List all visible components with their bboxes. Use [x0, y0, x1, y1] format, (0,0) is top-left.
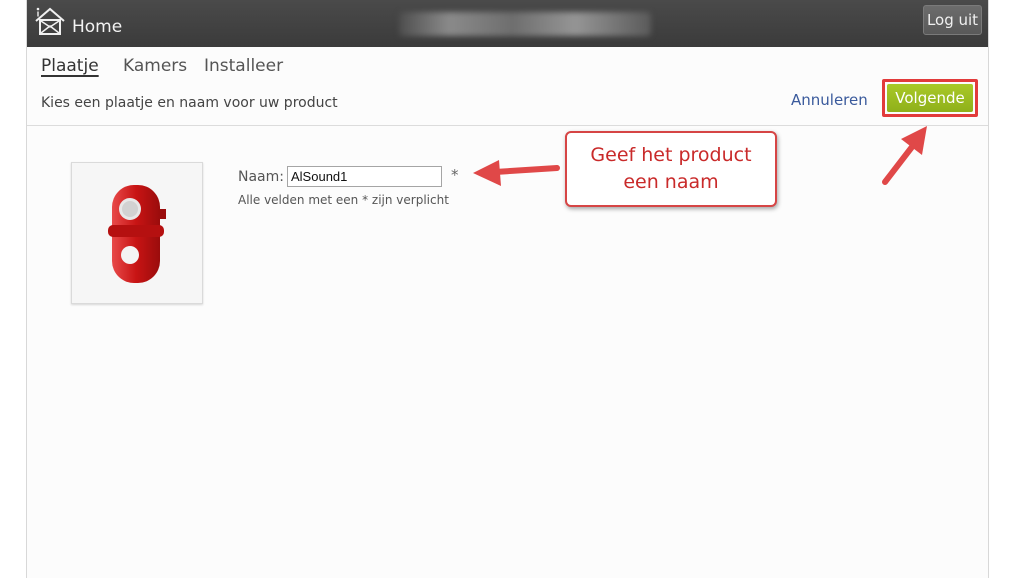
siren-product-image — [108, 185, 166, 283]
home-logo-icon[interactable] — [33, 5, 67, 37]
tab-plaatje[interactable]: Plaatje — [41, 56, 99, 76]
product-name-input[interactable] — [287, 166, 442, 187]
annotation-line-2: een naam — [623, 171, 719, 193]
annotation-callout: Geef het product een naam — [565, 131, 777, 207]
required-fields-note: Alle velden met een * zijn verplicht — [238, 193, 449, 207]
tab-kamers[interactable]: Kamers — [123, 56, 187, 76]
app-title: Home — [72, 17, 123, 37]
blurred-account-info — [399, 12, 651, 36]
name-label: Naam: — [238, 169, 284, 185]
top-bar: Home Log uit — [27, 0, 988, 47]
logout-button[interactable]: Log uit — [923, 5, 982, 35]
annotation-line-1: Geef het product — [590, 144, 752, 166]
app-frame: Home Log uit Plaatje Kamers Installeer K… — [26, 0, 989, 578]
wizard-subtitle: Kies een plaatje en naam voor uw product — [41, 95, 338, 111]
required-marker: * — [451, 166, 459, 184]
arrow-to-input-icon — [473, 160, 560, 186]
header-divider — [27, 125, 988, 126]
next-button[interactable]: Volgende — [887, 84, 973, 112]
arrow-to-next-button-icon — [882, 126, 927, 185]
tab-installeer[interactable]: Installeer — [204, 56, 283, 76]
cancel-link[interactable]: Annuleren — [791, 91, 868, 109]
product-image-picker[interactable] — [71, 162, 203, 304]
